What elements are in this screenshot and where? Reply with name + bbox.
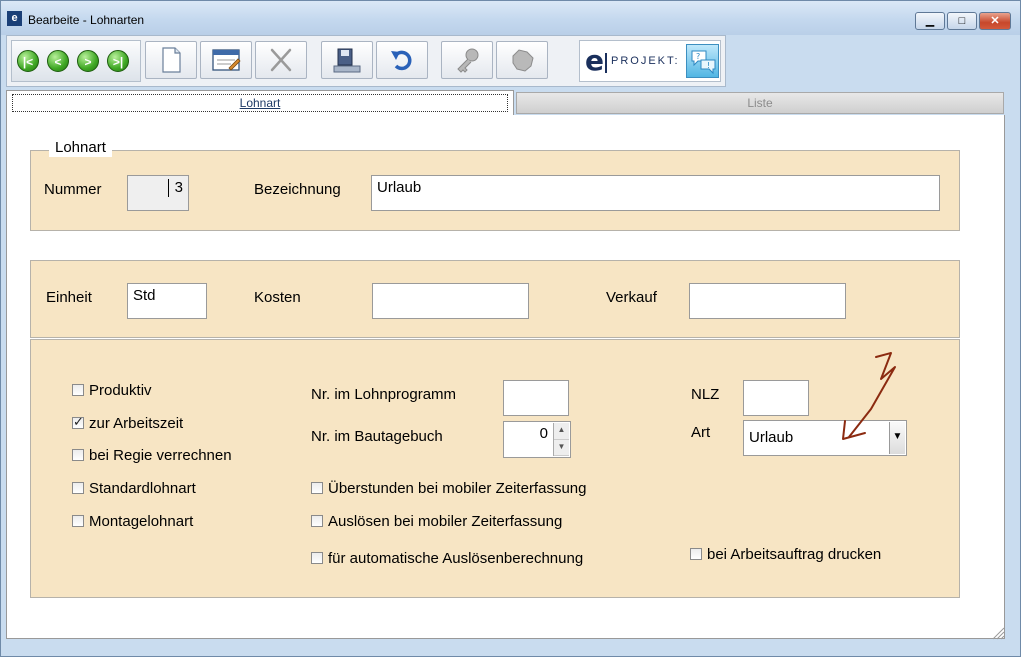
save-group [321, 40, 431, 82]
tab-lohnart-label: Lohnart [12, 94, 508, 112]
form-edit-icon [212, 49, 241, 71]
undo-button[interactable] [376, 41, 428, 79]
nummer-value: 3 [167, 179, 183, 197]
logo-e: e [585, 44, 604, 77]
ueberstunden-checkbox[interactable] [311, 482, 323, 494]
ueberstunden-label: Überstunden bei mobiler Zeiterfassung [328, 480, 587, 497]
toolbar: |< < > >| e PROJEKT: ? ! [6, 35, 726, 87]
bezeichnung-input[interactable]: Urlaub [371, 175, 940, 211]
previous-record-icon[interactable]: < [47, 50, 69, 72]
status-bar [1, 641, 1020, 656]
auto-ausloesen-checkbox[interactable] [311, 552, 323, 564]
svg-text:!: ! [707, 61, 710, 70]
auto-ausloesen-label: für automatische Auslösenberechnung [328, 550, 584, 567]
tab-liste[interactable]: Liste [516, 92, 1004, 114]
arbeitsauftrag-label: bei Arbeitsauftrag drucken [707, 546, 882, 563]
next-record-icon[interactable]: > [77, 50, 99, 72]
verkauf-input[interactable] [689, 283, 846, 319]
first-record-icon[interactable]: |< [17, 50, 39, 72]
tab-lohnart[interactable]: Lohnart [6, 90, 514, 116]
bautagebuch-spin[interactable]: ▲ ▼ [553, 423, 569, 456]
kosten-label: Kosten [254, 289, 301, 306]
bautagebuch-label: Nr. im Bautagebuch [311, 428, 443, 445]
app-icon: e [7, 11, 22, 26]
bei-regie-checkbox[interactable] [72, 449, 84, 461]
zur-arbeitszeit-label: zur Arbeitszeit [89, 415, 184, 432]
arbeitsauftrag-checkbox[interactable] [690, 548, 702, 560]
new-document-icon [162, 47, 181, 73]
annotation-arrow-icon [842, 352, 896, 440]
lohnprogramm-input[interactable] [503, 380, 569, 416]
map-region-icon [512, 49, 534, 72]
close-window-button[interactable]: ✕ [979, 12, 1011, 30]
spin-up-icon[interactable]: ▲ [554, 423, 569, 440]
tab-bar: Lohnart Liste [6, 90, 1005, 116]
art-value: Urlaub [749, 429, 794, 446]
app-window: e Bearbeite - Lohnarten ▁ □ ✕ |< < > >| [0, 0, 1021, 657]
map-button[interactable] [496, 41, 548, 79]
produktiv-label: Produktiv [89, 382, 152, 399]
save-disk-icon [333, 48, 361, 73]
svg-text:?: ? [696, 52, 700, 61]
produktiv-checkbox[interactable] [72, 384, 84, 396]
art-label: Art [691, 424, 711, 441]
nlz-input[interactable] [743, 380, 809, 416]
logo-text: PROJEKT: [611, 55, 680, 67]
title-bar[interactable]: e Bearbeite - Lohnarten ▁ □ ✕ [1, 1, 1020, 35]
bautagebuch-stepper[interactable]: 0 ▲ ▼ [503, 421, 571, 458]
ausloesen-label: Auslösen bei mobiler Zeiterfassung [328, 513, 563, 530]
nummer-field[interactable]: 3 [127, 175, 189, 211]
einheit-input[interactable]: Std [127, 283, 207, 319]
ausloesen-checkbox[interactable] [311, 515, 323, 527]
bei-regie-label: bei Regie verrechnen [89, 447, 232, 464]
navigation-group: |< < > >| [11, 40, 141, 82]
last-record-icon[interactable]: >| [107, 50, 129, 72]
edit-group [145, 40, 315, 82]
spin-down-icon[interactable]: ▼ [554, 440, 569, 456]
standardlohnart-checkbox[interactable] [72, 482, 84, 494]
nummer-label: Nummer [44, 181, 102, 198]
minimize-button[interactable]: ▁ [915, 12, 945, 30]
delete-x-icon [270, 48, 292, 72]
montagelohnart-checkbox[interactable] [72, 515, 84, 527]
montagelohnart-label: Montagelohnart [89, 513, 194, 530]
help-chat-icon[interactable]: ? ! [686, 44, 719, 78]
undo-arrow-icon [391, 50, 412, 71]
key-icon [457, 48, 479, 73]
key-button[interactable] [441, 41, 493, 79]
maximize-button[interactable]: □ [947, 12, 977, 30]
bezeichnung-label: Bezeichnung [254, 181, 341, 198]
einheit-label: Einheit [46, 289, 92, 306]
new-document-button[interactable] [145, 41, 197, 79]
resize-grip-icon[interactable] [991, 626, 1005, 640]
standardlohnart-label: Standardlohnart [89, 480, 196, 497]
lohnprogramm-label: Nr. im Lohnprogramm [311, 386, 457, 403]
zur-arbeitszeit-checkbox[interactable] [72, 414, 84, 430]
window-title: Bearbeite - Lohnarten [28, 13, 145, 27]
bautagebuch-value: 0 [539, 425, 548, 442]
tools-group [441, 40, 551, 82]
verkauf-label: Verkauf [606, 289, 657, 306]
lohnart-legend: Lohnart [49, 139, 112, 157]
nlz-label: NLZ [691, 386, 720, 403]
kosten-input[interactable] [372, 283, 529, 319]
logo-divider [605, 53, 607, 73]
eprojekt-logo: e PROJEKT: ? ! [579, 40, 721, 82]
delete-button[interactable] [255, 41, 307, 79]
edit-form-button[interactable] [200, 41, 252, 79]
save-button[interactable] [321, 41, 373, 79]
